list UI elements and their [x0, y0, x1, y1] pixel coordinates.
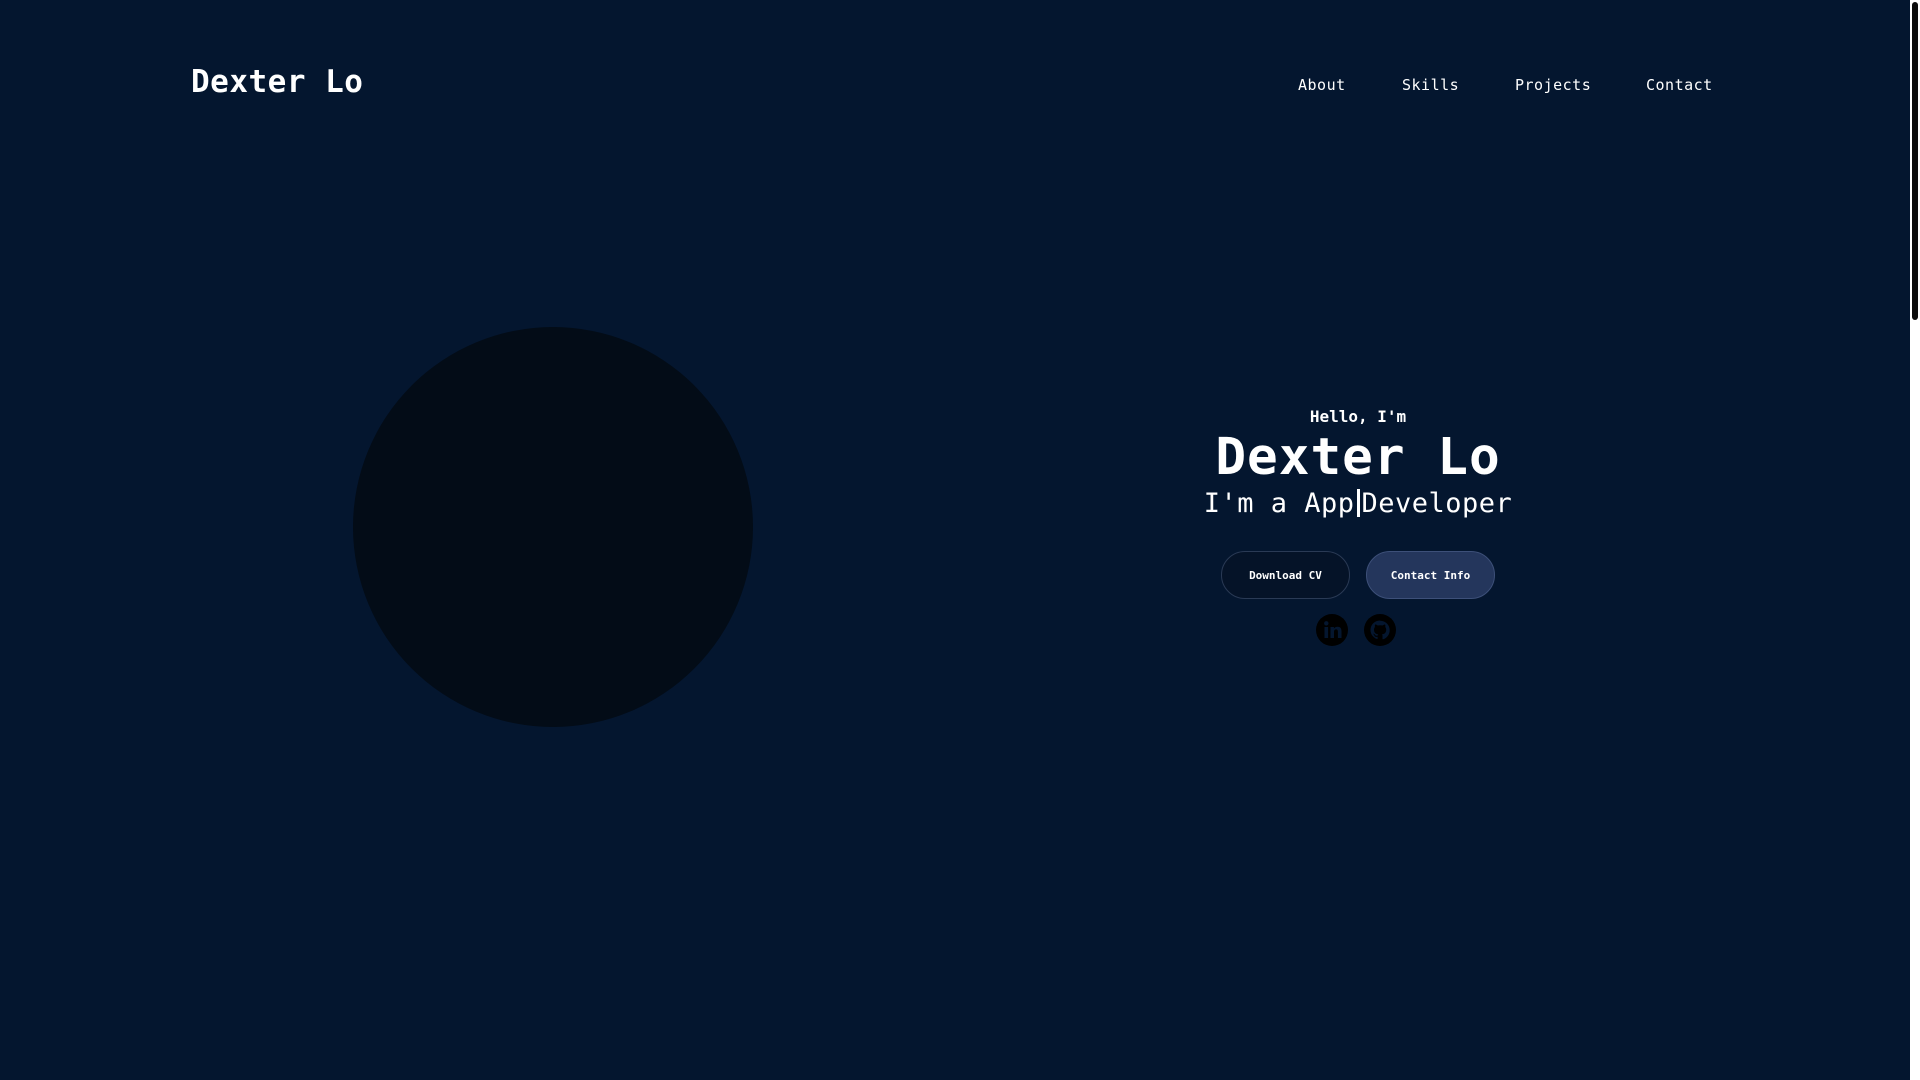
hero-name: Dexter Lo — [1215, 428, 1501, 487]
github-icon[interactable] — [1364, 614, 1396, 646]
linkedin-icon[interactable] — [1316, 614, 1348, 646]
hero-text: Hello, I'm Dexter Lo I'm a App Developer — [1156, 400, 1560, 519]
hero-role-prefix: I'm a App — [1203, 488, 1355, 519]
hero-role-suffix: Developer — [1361, 488, 1513, 519]
contact-info-button[interactable]: Contact Info — [1366, 551, 1495, 599]
hero-role: I'm a App Developer — [1156, 488, 1560, 519]
hero-greeting: Hello, I'm — [1309, 407, 1407, 426]
vertical-scrollbar[interactable] — [1910, 0, 1920, 1080]
site-logo[interactable]: Dexter Lo — [191, 64, 363, 100]
nav-about[interactable]: About — [1298, 76, 1346, 94]
typing-caret — [1356, 489, 1360, 517]
profile-avatar — [353, 327, 753, 727]
page: Dexter Lo About Skills Projects Contact … — [0, 0, 1910, 1080]
hero-buttons: Download CV Contact Info — [1221, 551, 1495, 599]
nav-contact[interactable]: Contact — [1646, 76, 1713, 94]
scrollbar-thumb[interactable] — [1912, 2, 1918, 320]
nav-skills[interactable]: Skills — [1402, 76, 1459, 94]
nav-projects[interactable]: Projects — [1515, 76, 1591, 94]
download-cv-button[interactable]: Download CV — [1221, 551, 1350, 599]
